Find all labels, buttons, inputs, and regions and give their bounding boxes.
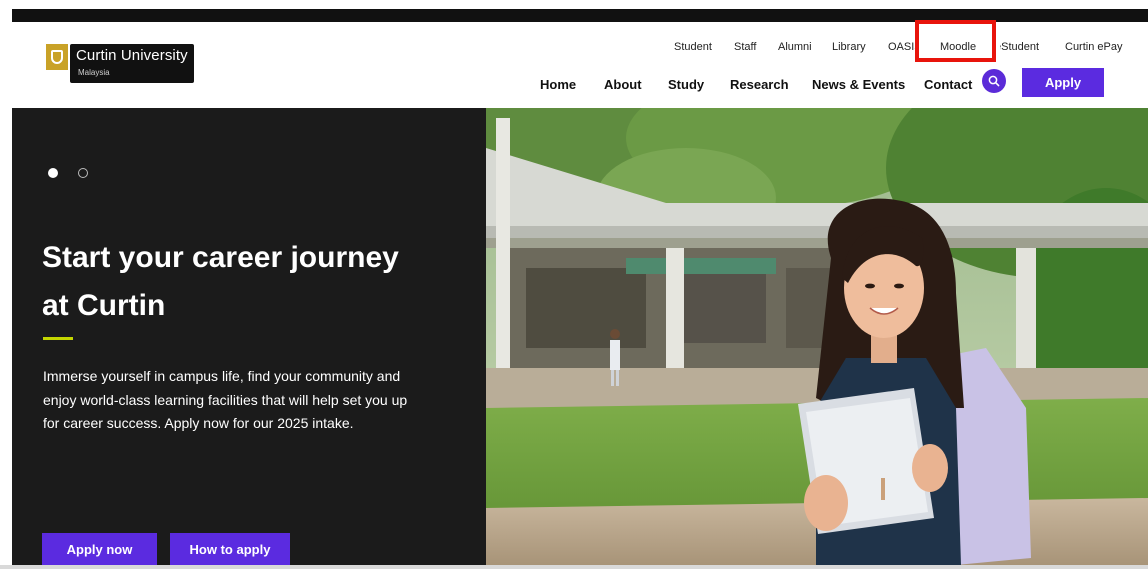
util-link-library[interactable]: Library [832,41,866,53]
search-icon [988,75,1000,87]
hero-panel: Start your career journey at Curtin Imme… [12,108,486,565]
util-link-curtin-epay[interactable]: Curtin ePay [1065,41,1122,53]
crest-icon [46,44,68,70]
carousel-dot-1[interactable] [48,168,58,178]
apply-button[interactable]: Apply [1022,68,1104,97]
left-edge [0,0,12,569]
moodle-highlight-box [915,20,996,62]
logo-sub: Malaysia [78,68,110,77]
util-link-student[interactable]: Student [674,41,712,53]
window-top-strip [0,0,1148,22]
nav-about[interactable]: About [604,77,642,92]
util-link-estudent[interactable]: eStudent [1000,41,1039,53]
util-link-oasis-clip: OASIS [888,37,915,57]
hero-headline-line2: at Curtin [42,289,166,322]
site-header: Curtin University Malaysia Student Staff… [12,20,1148,108]
how-to-apply-button[interactable]: How to apply [170,533,290,565]
nav-study[interactable]: Study [668,77,704,92]
util-link-estudent-clip: eStudent [1000,37,1048,57]
curtin-logo[interactable]: Curtin University Malaysia [46,44,194,83]
nav-home[interactable]: Home [540,77,576,92]
nav-contact[interactable]: Contact [924,77,972,92]
page-bottom-edge [0,565,1148,569]
carousel-dot-2[interactable] [78,168,88,178]
util-link-alumni[interactable]: Alumni [778,41,812,53]
browser-viewport: Curtin University Malaysia Student Staff… [0,0,1148,569]
hero-campus-photo [486,108,1148,565]
logo-name: Curtin University [76,47,188,64]
hero-intro-text: Immerse yourself in campus life, find yo… [43,368,408,431]
hero-headline: Start your career journey at Curtin [42,234,442,330]
nav-news-events[interactable]: News & Events [812,77,905,92]
util-link-staff[interactable]: Staff [734,41,756,53]
hero-headline-line1: Start your career journey [42,241,399,274]
search-button[interactable] [982,69,1006,93]
apply-now-button[interactable]: Apply now [42,533,157,565]
headline-accent-bar [43,337,73,340]
nav-research[interactable]: Research [730,77,789,92]
util-link-oasis[interactable]: OASIS [888,41,915,53]
campus-student-illustration [486,108,1148,565]
